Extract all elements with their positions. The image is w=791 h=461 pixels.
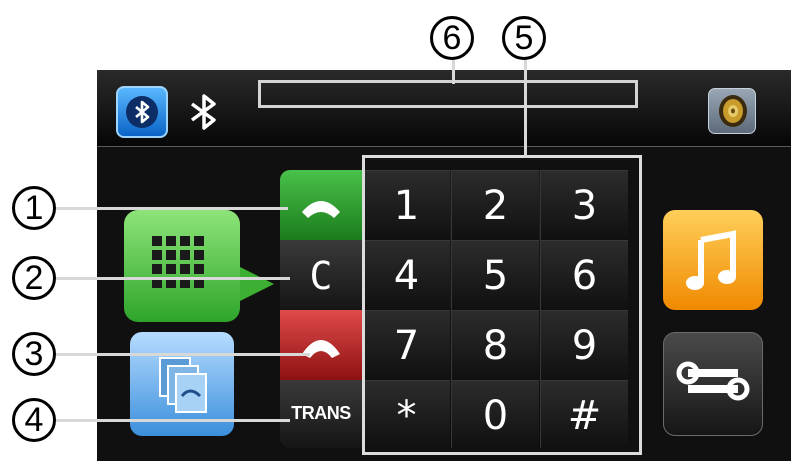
top-bar-divider — [97, 146, 791, 147]
callout-3: 3 — [12, 332, 56, 376]
callout-1: 1 — [12, 186, 56, 230]
callout-4: 4 — [12, 398, 56, 442]
callout-1-leader — [56, 207, 288, 210]
clear-button[interactable]: C — [280, 240, 362, 310]
callout-5-leader — [524, 58, 527, 158]
callout-2-leader — [56, 277, 290, 280]
status-text — [261, 86, 269, 102]
phone-answer-icon — [302, 201, 340, 218]
status-display — [258, 80, 638, 108]
hang-up-button[interactable] — [280, 310, 362, 380]
music-note-icon — [686, 230, 736, 290]
wrench-icon — [676, 361, 750, 401]
bluetooth-button[interactable] — [116, 86, 168, 138]
callout-4-leader — [56, 419, 290, 422]
speaker-icon — [719, 95, 747, 127]
music-button[interactable] — [663, 210, 763, 310]
settings-button[interactable] — [663, 332, 763, 436]
clear-label: C — [309, 254, 333, 298]
dialpad-button[interactable] — [124, 210, 240, 322]
keypad-highlight-frame — [362, 155, 642, 455]
transfer-label: TRANS — [291, 403, 351, 423]
transfer-button[interactable]: TRANS — [280, 380, 362, 448]
bluetooth-status-icon — [190, 94, 216, 130]
callout-2: 2 — [12, 256, 56, 300]
callout-6-leader — [452, 58, 455, 84]
bluetooth-icon — [126, 96, 158, 128]
callout-5: 5 — [502, 16, 546, 60]
answer-call-button[interactable] — [280, 170, 362, 240]
phone-hangup-icon — [302, 340, 340, 358]
volume-button[interactable] — [708, 88, 756, 134]
callout-6: 6 — [430, 16, 474, 60]
dialpad-icon — [152, 236, 204, 288]
callout-3-leader — [56, 353, 310, 356]
